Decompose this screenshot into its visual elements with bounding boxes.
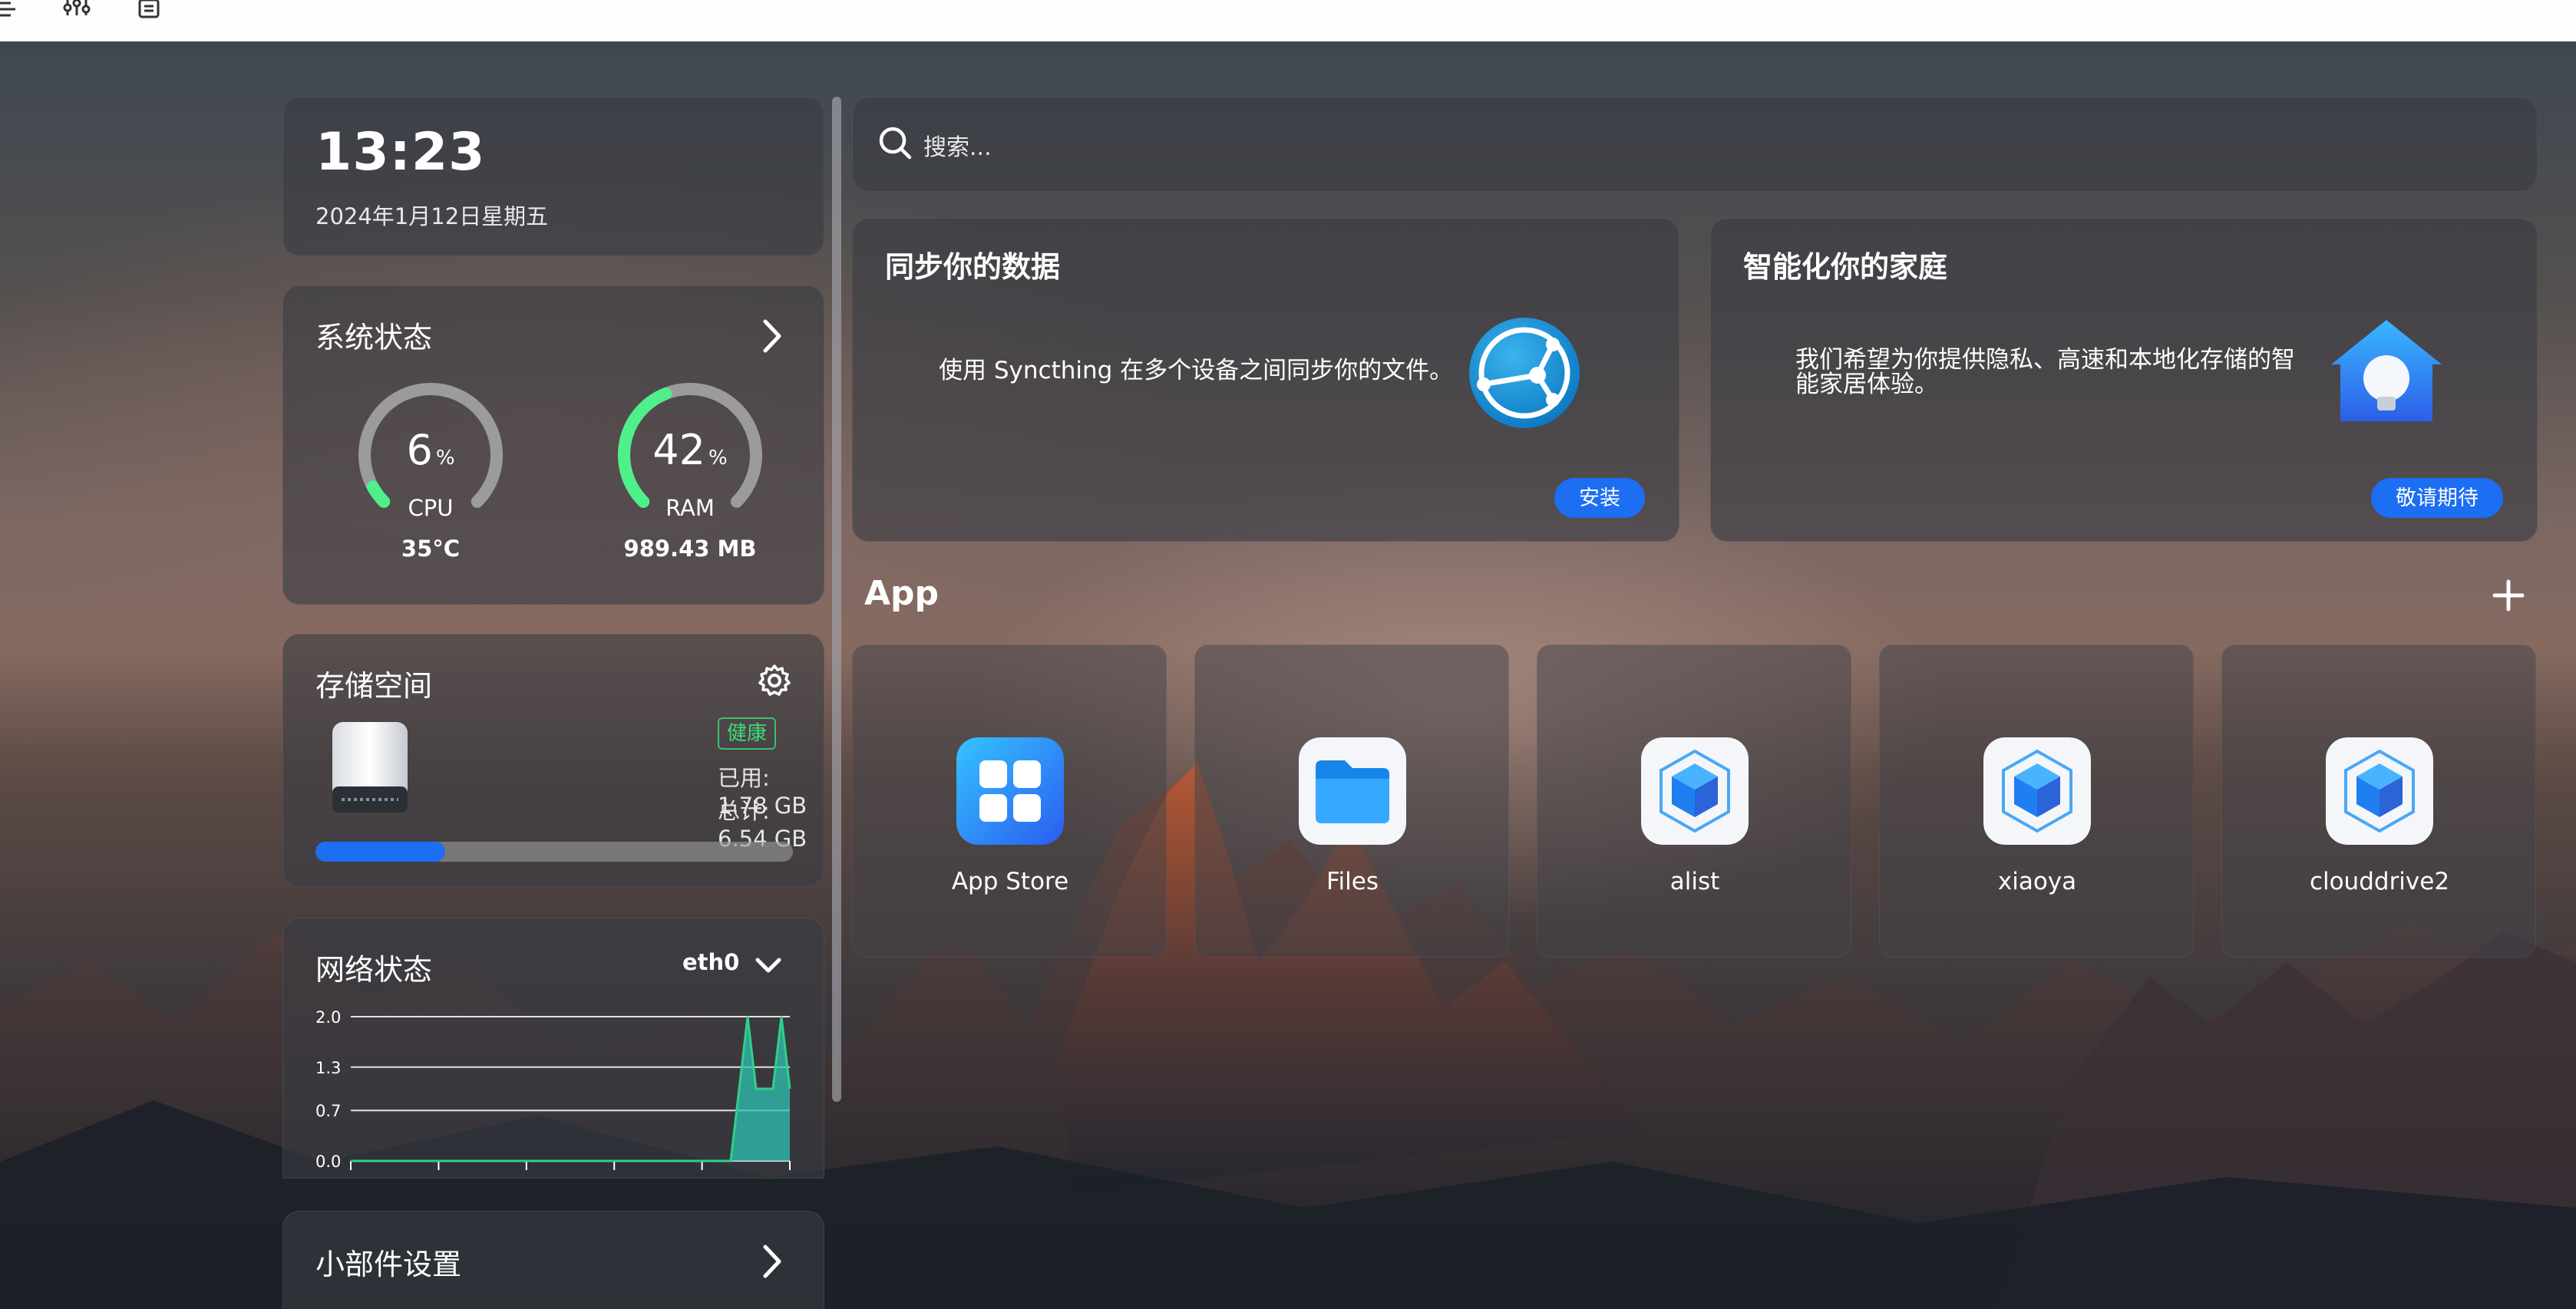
app-name: xiaoya — [1997, 868, 2077, 895]
network-interface-select[interactable]: eth0 — [682, 949, 739, 975]
top-toolbar — [0, 0, 2576, 41]
cpu-temperature: 35°C — [401, 536, 461, 562]
sync-promo-card: 同步你的数据 使用 Syncthing 在多个设备之间同步你的文件。 安装 — [852, 218, 1679, 542]
app-name: clouddrive2 — [2309, 868, 2450, 895]
cpu-gauge: 6% CPU 35°C — [346, 378, 515, 578]
chart-series-area — [351, 1017, 790, 1161]
folder-icon — [1299, 737, 1406, 845]
storage-progress-bar — [315, 842, 793, 862]
chart-y-tick-label: 1.3 — [315, 1059, 341, 1077]
smart-home-card-description: 我们希望为你提供隐私、高速和本地化存储的智 能家居体验。 — [1795, 348, 2295, 397]
gear-icon[interactable] — [758, 664, 791, 697]
app-tile-files[interactable]: Files — [1194, 645, 1509, 958]
network-widget: 网络状态 eth0 2.0 1.3 0.7 0.0 — [282, 918, 824, 1179]
app-tile-xiaoya[interactable]: xiaoya — [1879, 645, 2194, 958]
smart-home-desc-line1: 我们希望为你提供隐私、高速和本地化存储的智 — [1795, 346, 2295, 374]
cube-icon — [1983, 737, 2091, 845]
app-tile-alist[interactable]: alist — [1537, 645, 1851, 958]
scrollbar-thumb[interactable] — [832, 97, 841, 1102]
apps-section-title: App — [864, 574, 940, 613]
chevron-down-icon[interactable] — [751, 954, 785, 977]
cpu-value: 6% — [406, 426, 455, 474]
search-input[interactable]: 搜索... — [923, 128, 992, 162]
smart-home-bulb-icon — [2331, 320, 2442, 421]
system-status-widget: 系统状态 6% CPU 35°C 42% RAM 989.43 MB — [282, 285, 824, 605]
smart-home-card-title: 智能化你的家庭 — [1743, 250, 1948, 284]
cpu-label: CPU — [408, 495, 454, 521]
add-app-icon[interactable] — [2487, 574, 2530, 617]
ram-usage: 989.43 MB — [623, 536, 757, 562]
sliders-icon[interactable] — [61, 0, 92, 23]
smart-home-promo-card: 智能化你的家庭 我们希望为你提供隐私、高速和本地化存储的智 能家居体验。 敬请期… — [1710, 218, 2538, 542]
widget-settings-panel[interactable]: 小部件设置 — [282, 1211, 824, 1309]
syncthing-icon — [1469, 318, 1580, 428]
widget-settings-title: 小部件设置 — [315, 1248, 462, 1281]
chart-y-tick-label: 0.0 — [315, 1152, 341, 1171]
chevron-right-icon[interactable] — [759, 1242, 787, 1281]
chart-y-tick-label: 0.7 — [315, 1102, 341, 1120]
search-icon — [879, 127, 912, 160]
system-status-title: 系统状态 — [315, 321, 433, 354]
clock-date: 2024年1月12日星期五 — [315, 203, 549, 229]
search-bar[interactable]: 搜索... — [852, 97, 2538, 192]
cube-icon — [2326, 737, 2433, 845]
ram-label: RAM — [665, 495, 715, 521]
sync-card-description: 使用 Syncthing 在多个设备之间同步你的文件。 — [939, 357, 1454, 384]
app-tile-app-store[interactable]: App Store — [852, 645, 1167, 958]
ram-gauge: 42% RAM 989.43 MB — [606, 378, 774, 578]
network-interface-label: eth0 — [682, 949, 740, 975]
app-tile-clouddrive2[interactable]: clouddrive2 — [2221, 645, 2536, 958]
hard-drive-icon — [332, 722, 408, 813]
storage-title: 存储空间 — [315, 669, 433, 703]
network-chart: 2.0 1.3 0.7 0.0 — [315, 1008, 791, 1171]
install-button[interactable]: 安装 — [1554, 478, 1645, 518]
storage-progress-fill — [315, 842, 446, 862]
health-badge: 健康 — [718, 717, 777, 750]
copy-icon[interactable] — [137, 0, 167, 23]
network-title: 网络状态 — [315, 953, 433, 987]
app-name: App Store — [951, 868, 1069, 895]
list-icon[interactable] — [0, 0, 31, 23]
app-name: alist — [1669, 868, 1720, 895]
storage-widget: 存储空间 健康 已用: 1.78 GB 总计: 6.54 GB — [282, 634, 824, 887]
cube-icon — [1641, 737, 1749, 845]
chart-y-tick-label: 2.0 — [315, 1008, 341, 1027]
smart-home-desc-line2: 能家居体验。 — [1795, 371, 1938, 398]
sync-card-title: 同步你的数据 — [885, 250, 1061, 284]
chart-series-line — [351, 1016, 791, 1162]
app-name: Files — [1326, 868, 1379, 895]
app-store-icon — [956, 737, 1064, 845]
clock-widget: 13:23 2024年1月12日星期五 — [282, 97, 824, 256]
coming-soon-button[interactable]: 敬请期待 — [2371, 478, 2503, 518]
chevron-right-icon[interactable] — [759, 317, 787, 355]
clock-time: 13:23 — [315, 122, 486, 183]
ram-value: 42% — [652, 426, 728, 474]
